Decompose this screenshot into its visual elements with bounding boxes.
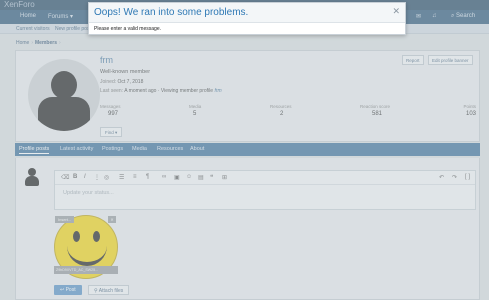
error-dialog: Oops! We ran into some problems. ✕ Pleas… bbox=[88, 2, 406, 35]
modal-overlay[interactable] bbox=[0, 0, 489, 300]
dialog-header: Oops! We ran into some problems. ✕ bbox=[89, 3, 405, 23]
dialog-title: Oops! We ran into some problems. bbox=[94, 7, 249, 18]
dialog-message: Please enter a valid message. bbox=[94, 26, 161, 32]
close-icon[interactable]: ✕ bbox=[392, 6, 400, 17]
